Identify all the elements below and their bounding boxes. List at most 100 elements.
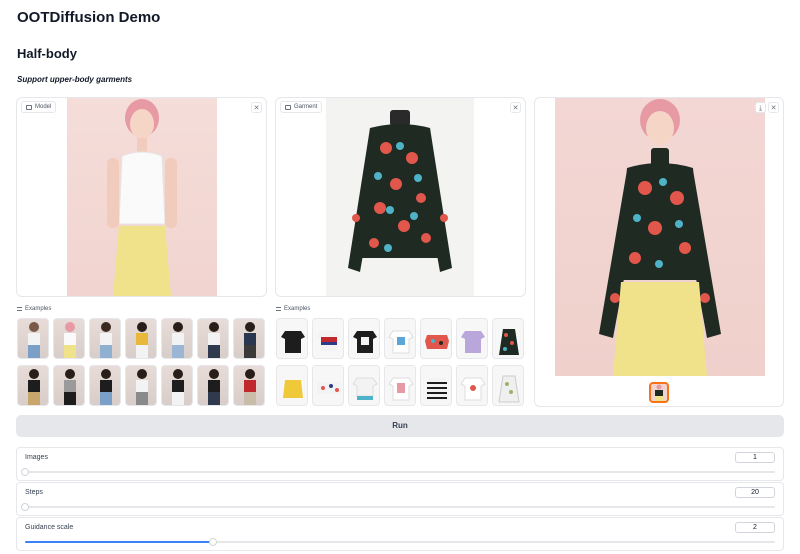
model-example-figure (100, 322, 112, 358)
images-value-input[interactable]: 1 (735, 452, 775, 463)
app-title: OOTDiffusion Demo (17, 9, 161, 26)
garment-example[interactable] (348, 318, 380, 359)
images-slider-handle[interactable] (21, 468, 29, 476)
garment-example[interactable] (492, 318, 524, 359)
model-example-figure (244, 322, 256, 358)
result-thumbnail-figure (655, 384, 663, 401)
garment-examples-label-text: Examples (284, 306, 311, 312)
model-example[interactable] (53, 318, 85, 359)
garment-example[interactable] (348, 365, 380, 406)
model-example-figure (64, 322, 76, 358)
model-example[interactable] (17, 318, 49, 359)
section-title: Half-body (17, 46, 77, 61)
garment-example-figure (317, 382, 341, 394)
model-example-figure (208, 369, 220, 405)
garment-example[interactable] (492, 365, 524, 406)
list-icon (276, 307, 281, 311)
run-button[interactable]: Run (16, 415, 784, 437)
model-example[interactable] (125, 365, 157, 406)
model-example-figure (136, 369, 148, 405)
garment-example[interactable] (384, 365, 416, 406)
model-example-figure (28, 369, 40, 405)
model-example[interactable] (197, 318, 229, 359)
image-icon (285, 104, 291, 110)
model-example[interactable] (89, 318, 121, 359)
garment-example-figure (461, 331, 485, 353)
close-icon[interactable]: ✕ (251, 102, 262, 113)
model-example[interactable] (53, 365, 85, 406)
floral-blouse (348, 110, 452, 272)
model-label: Model (21, 101, 57, 113)
model-example[interactable] (17, 365, 49, 406)
garment-example[interactable] (456, 365, 488, 406)
garment-label: Garment (280, 101, 323, 113)
model-label-text: Model (35, 104, 52, 110)
result-image (555, 98, 765, 376)
garment-image (326, 98, 474, 296)
model-example[interactable] (233, 365, 265, 406)
model-example-figure (100, 369, 112, 405)
garment-example-figure (425, 378, 449, 400)
result-figure (599, 99, 721, 376)
model-examples-label-text: Examples (25, 306, 52, 312)
model-example-figure (172, 369, 184, 405)
garment-example[interactable] (312, 365, 344, 406)
garment-example-figure (352, 377, 378, 400)
image-icon (26, 104, 32, 110)
garment-example-figure (388, 330, 414, 354)
model-example[interactable] (233, 318, 265, 359)
guidance-scale-slider-fill (25, 541, 213, 543)
model-example-figure (64, 369, 76, 405)
garment-example-figure (498, 375, 520, 403)
images-slider-track[interactable] (21, 468, 775, 476)
steps-slider-track[interactable] (21, 503, 775, 511)
model-image (67, 98, 217, 296)
model-example[interactable] (89, 365, 121, 406)
garment-image-panel[interactable]: Garment ✕ (275, 97, 526, 297)
model-example-figure (172, 322, 184, 358)
model-image-panel[interactable]: Model ✕ (16, 97, 267, 297)
model-example-figure (244, 369, 256, 405)
garment-example[interactable] (312, 318, 344, 359)
steps-label: Steps (25, 489, 43, 496)
model-example-figure (136, 322, 148, 358)
guidance-scale-slider-track[interactable] (25, 538, 775, 546)
model-figure (107, 99, 177, 296)
images-slider-block: Images 1 (16, 447, 784, 481)
garment-example[interactable] (276, 318, 308, 359)
guidance-scale-label: Guidance scale (25, 524, 74, 531)
model-example[interactable] (125, 318, 157, 359)
guidance-scale-value-input[interactable]: 2 (735, 522, 775, 533)
garment-example[interactable] (276, 365, 308, 406)
model-example[interactable] (197, 365, 229, 406)
guidance-scale-slider-handle[interactable] (208, 538, 217, 546)
close-icon[interactable]: ✕ (510, 102, 521, 113)
garment-example-figure (388, 377, 414, 401)
garment-example-figure (425, 335, 449, 349)
result-gallery-panel[interactable]: ⤓ ✕ (534, 97, 784, 407)
model-example-figure (208, 322, 220, 358)
garment-example-figure (353, 331, 377, 353)
garment-example-figure (317, 331, 341, 351)
section-subtitle: Support upper-body garments (17, 75, 133, 84)
steps-slider-block: Steps 20 (16, 482, 784, 516)
garment-examples-label: Examples (276, 306, 310, 312)
garment-example[interactable] (456, 318, 488, 359)
steps-slider-handle[interactable] (21, 503, 29, 511)
garment-example[interactable] (384, 318, 416, 359)
download-icon[interactable]: ⤓ (755, 102, 766, 113)
model-examples-label: Examples (17, 306, 51, 312)
close-icon[interactable]: ✕ (768, 102, 779, 113)
garment-example-figure (281, 331, 305, 353)
result-thumbnail-selected[interactable] (649, 382, 669, 403)
garment-label-text: Garment (294, 104, 318, 110)
model-example[interactable] (161, 365, 193, 406)
garment-example[interactable] (420, 365, 452, 406)
garment-example-figure (460, 377, 486, 401)
images-label: Images (25, 454, 48, 461)
model-example[interactable] (161, 318, 193, 359)
garment-example-figure (283, 380, 303, 398)
steps-value-input[interactable]: 20 (735, 487, 775, 498)
garment-example[interactable] (420, 318, 452, 359)
garment-example-figure (499, 329, 519, 355)
